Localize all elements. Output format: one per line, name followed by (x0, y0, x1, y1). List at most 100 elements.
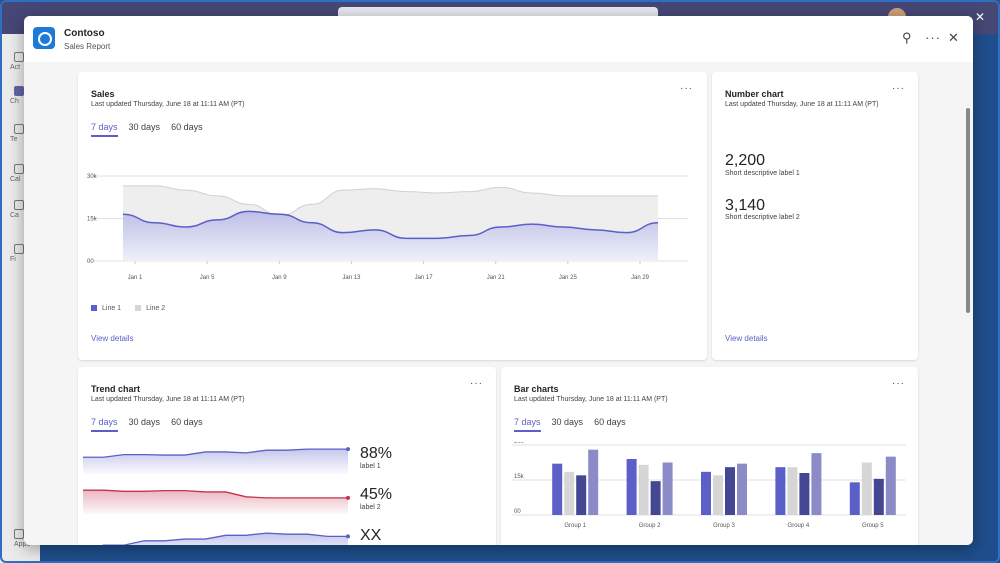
sales-ytick: 30k (87, 174, 98, 180)
tab-60-days[interactable]: 60 days (594, 417, 626, 432)
legend-line-1: Line 1 (91, 305, 121, 312)
tab-30-days[interactable]: 30 days (552, 417, 584, 432)
trend-label-1: label 1 (360, 463, 381, 470)
sales-xtick-label: Jan 21 (487, 275, 506, 281)
trend-value-3: XX (360, 527, 382, 544)
sales-updated: Last updated Thursday, June 18 at 11:11 … (91, 101, 245, 108)
trend-chart-card: Trend chart Last updated Thursday, June … (78, 367, 496, 545)
bar-title: Bar charts (514, 384, 559, 394)
rail-label-files: Fi (10, 256, 16, 263)
bar-4-1 (775, 467, 786, 515)
sales-more-icon[interactable]: ··· (680, 83, 693, 94)
calls-icon[interactable] (14, 200, 24, 210)
tab-60-days[interactable]: 60 days (171, 122, 203, 137)
number-value-1: 2,200 (725, 152, 766, 169)
number-label-1: Short descriptive label 1 (725, 170, 800, 177)
number-chart-card: Number chart Last updated Thursday, June… (712, 72, 918, 360)
number-chart-title: Number chart (725, 89, 784, 99)
trend-updated: Last updated Thursday, June 18 at 11:11 … (91, 396, 245, 403)
sales-xtick-label: Jan 9 (272, 275, 287, 281)
sales-tabs: 7 days 30 days 60 days (91, 122, 203, 137)
trend-sparklines (83, 447, 350, 545)
dialog-header: Contoso Sales Report ⚲ ··· ✕ (24, 16, 973, 62)
tab-7-days[interactable]: 7 days (514, 417, 541, 432)
bar-tabs: 7 days 30 days 60 days (514, 417, 626, 432)
chat-icon[interactable] (14, 86, 24, 96)
sales-legend: Line 1 Line 2 (91, 305, 165, 312)
sales-ytick: 00 (87, 259, 94, 265)
activity-icon[interactable] (14, 52, 24, 62)
bar-chart-card: Bar charts Last updated Thursday, June 1… (501, 367, 918, 545)
teams-icon[interactable] (14, 124, 24, 134)
sales-xtick-label: Jan 17 (415, 275, 434, 281)
bar-3-1 (701, 471, 711, 515)
sales-xtick-label: Jan 5 (200, 275, 215, 281)
more-options-icon[interactable]: ··· (925, 30, 941, 45)
tab-30-days[interactable]: 30 days (129, 417, 161, 432)
bar-5-2 (861, 462, 872, 515)
sales-xtick-label: Jan 1 (128, 275, 143, 281)
trend-tabs: 7 days 30 days 60 days (91, 417, 203, 432)
bar-1-3 (576, 475, 587, 515)
trend-area-2 (83, 490, 348, 514)
sales-area-chart: 00 15k 30k Jan 1 Jan 5 Jan 9 Jan 13 Jan 17 Jan 2… (87, 174, 688, 281)
files-icon[interactable] (14, 244, 24, 254)
calendar-icon[interactable] (14, 164, 24, 174)
tab-7-days[interactable]: 7 days (91, 417, 118, 432)
trend-endpoint-1 (346, 447, 350, 452)
bar-1-2 (564, 471, 575, 515)
legend-label-line-1: Line 1 (102, 305, 122, 312)
legend-label-line-2: Line 2 (146, 305, 166, 312)
legend-line-2: Line 2 (135, 305, 165, 312)
sales-card: Sales Last updated Thursday, June 18 at … (78, 72, 707, 360)
scrollbar[interactable] (966, 108, 970, 313)
bar-chart: 00 15k 30k Group 1 Group 2 Group 3 Group 4 Grou… (512, 442, 906, 529)
bar-updated: Last updated Thursday, June 18 at 11:11 … (514, 396, 668, 403)
bar-4-4 (811, 453, 822, 515)
bar-2-4 (662, 462, 673, 515)
rail-label-calendar: Cal (10, 176, 21, 183)
close-window-icon[interactable]: ✕ (975, 10, 985, 24)
bar-4-3 (799, 473, 810, 515)
bar-3-2 (713, 475, 723, 515)
bar-2-1 (626, 459, 637, 515)
trend-more-icon[interactable]: ··· (470, 378, 483, 389)
bar-3-4 (737, 463, 747, 515)
number-value-2: 3,140 (725, 197, 766, 214)
sales-xtick-label: Jan 25 (559, 275, 578, 281)
pin-icon[interactable]: ⚲ (902, 30, 912, 46)
bar-more-icon[interactable]: ··· (892, 378, 905, 389)
trend-value-2: 45% (360, 486, 393, 503)
number-label-2: Short descriptive label 2 (725, 214, 800, 221)
sales-view-details-link[interactable]: View details (91, 334, 134, 343)
bar-1-4 (588, 449, 599, 515)
legend-swatch-line-1 (91, 305, 97, 312)
bar-5-4 (885, 456, 896, 515)
number-chart-more-icon[interactable]: ··· (892, 83, 905, 94)
tab-60-days[interactable]: 60 days (171, 417, 203, 432)
sales-xtick-label: Jan 29 (631, 275, 650, 281)
bar-1-1 (552, 463, 563, 515)
sales-ytick: 15k (87, 217, 98, 223)
bar-category-label: Group 2 (639, 523, 661, 529)
tab-30-days[interactable]: 30 days (129, 122, 161, 137)
trend-title: Trend chart (91, 384, 141, 394)
rail-label-activity: Act (10, 64, 21, 71)
number-view-details-link[interactable]: View details (725, 334, 768, 343)
trend-label-2: label 2 (360, 504, 381, 511)
sales-title: Sales (91, 89, 115, 99)
legend-swatch-line-2 (135, 305, 142, 312)
bar-ytick: 15k (514, 474, 525, 480)
apps-icon[interactable] (14, 529, 24, 539)
contoso-app-icon (33, 27, 55, 49)
bar-category-label: Group 3 (713, 523, 735, 529)
bar-2-2 (638, 464, 649, 515)
tab-7-days[interactable]: 7 days (91, 122, 118, 137)
app-name: Contoso (64, 28, 105, 39)
bar-category-label: Group 1 (564, 523, 586, 529)
trend-value-1: 88% (360, 445, 393, 462)
close-icon[interactable]: ✕ (948, 30, 959, 46)
rail-label-teams: Te (10, 136, 18, 143)
bar-3-3 (725, 467, 735, 515)
trend-endpoint-3 (346, 534, 350, 539)
